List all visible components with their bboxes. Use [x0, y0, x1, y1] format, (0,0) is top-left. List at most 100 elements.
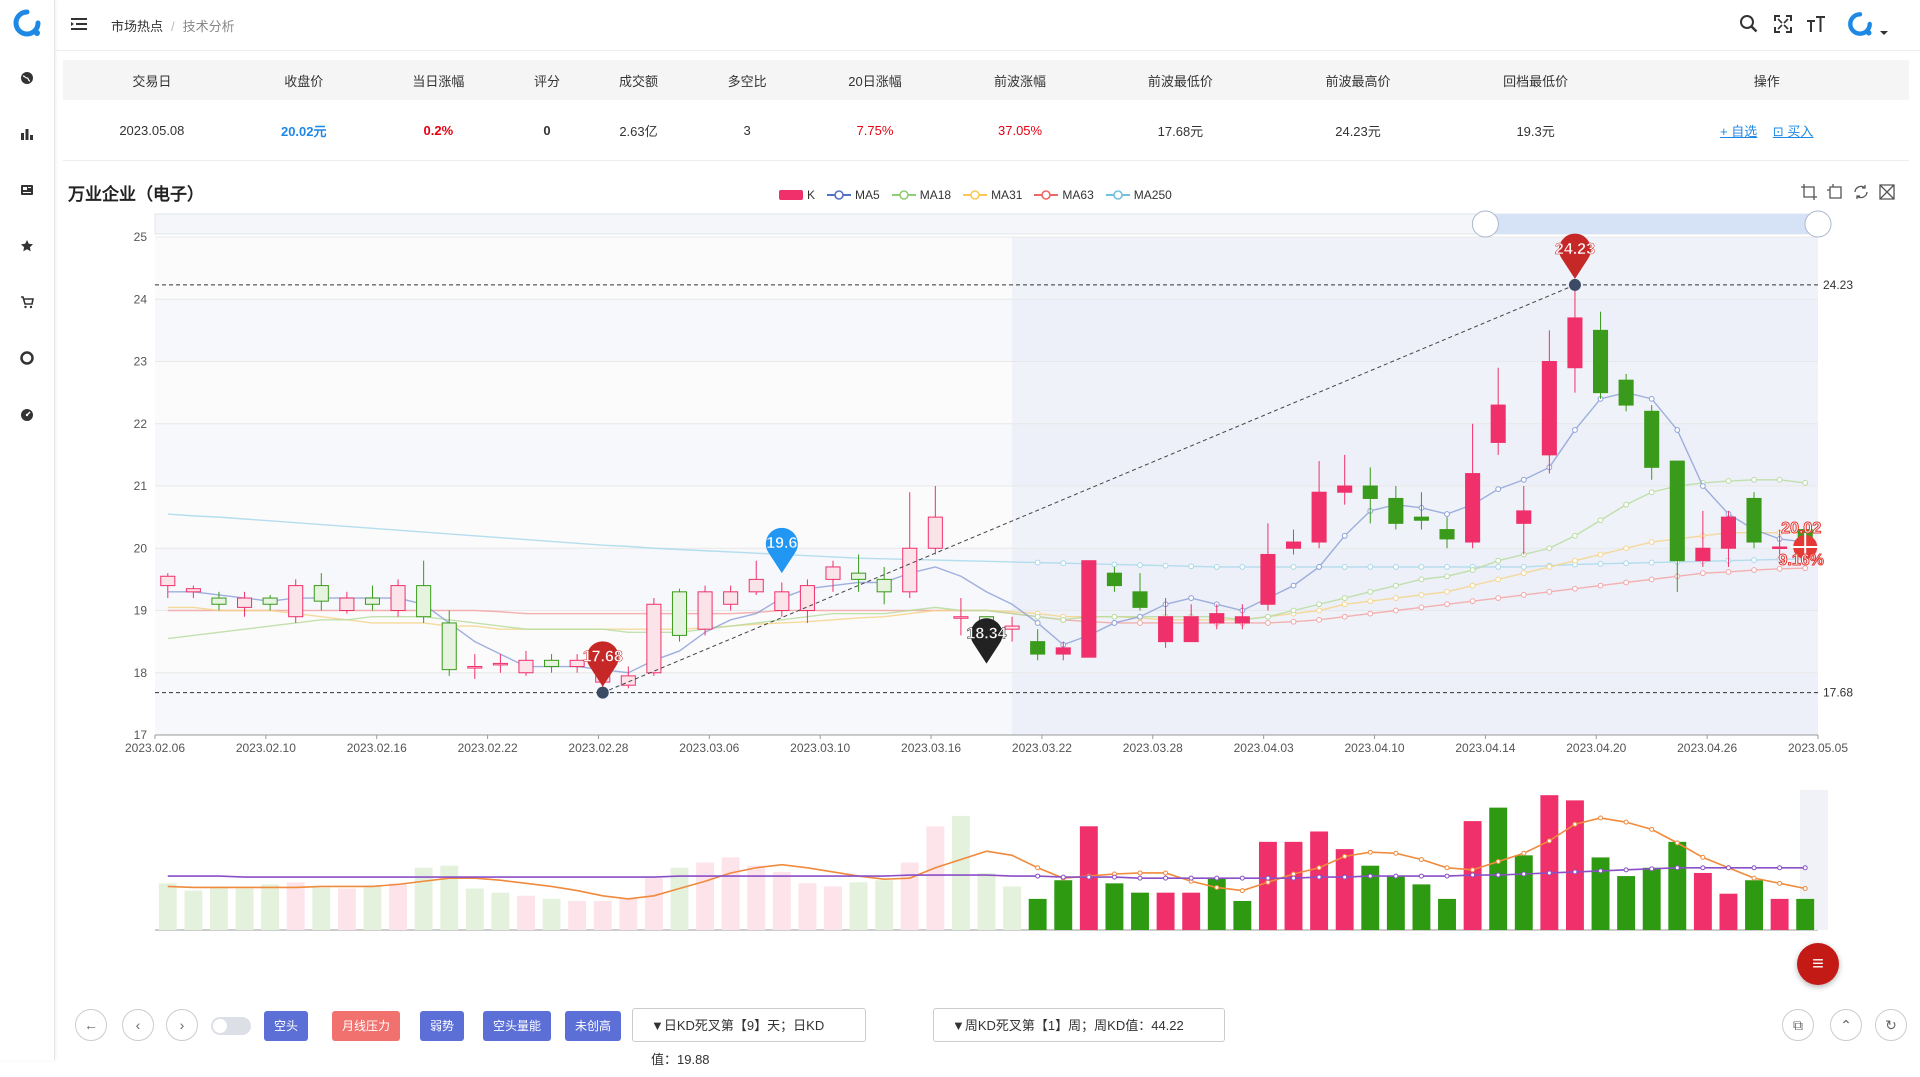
candle-body [364, 597, 381, 605]
next-button[interactable]: › [166, 1009, 198, 1041]
menu-fab-button[interactable]: ≡ [1797, 943, 1839, 985]
candle-body [1183, 616, 1199, 643]
first-page-button[interactable]: ← [75, 1009, 107, 1041]
ma63-line-point [1495, 595, 1502, 601]
scroll-top-icon[interactable]: ⌃ [1830, 1009, 1862, 1041]
ma18-line-point [1316, 601, 1322, 608]
volume-ma-point [1393, 850, 1399, 856]
x-tick-label: 2023.04.20 [1566, 741, 1626, 755]
tag-button[interactable]: 月线压力 [332, 1011, 400, 1041]
ma18-line-point [1495, 557, 1502, 564]
ma5-line-point [1699, 483, 1706, 489]
y-tick-label: 17 [134, 728, 148, 742]
volume-ma2-point [1546, 870, 1552, 876]
ma63-line-point [1597, 582, 1604, 589]
volume-bar [772, 871, 791, 930]
volume-bar [337, 888, 356, 930]
volume-bar [235, 888, 254, 930]
candle-body [697, 591, 713, 630]
x-tick-label: 2023.04.26 [1677, 741, 1737, 755]
ma18-line-point [1802, 479, 1809, 486]
ma31-line-point [1623, 545, 1630, 552]
candle-body [1618, 379, 1634, 406]
bottom-bar: ← ‹ › 空头 月线压力 弱势 空头量能 未创高 ▼日KD死叉第【9】天；日K… [75, 1005, 1907, 1067]
volume-bar [389, 883, 408, 930]
volume-ma-point [1572, 821, 1578, 827]
ma18-line-point [1725, 478, 1732, 484]
volume-bar [517, 895, 535, 930]
candle-body [1465, 473, 1481, 543]
prev-button[interactable]: ‹ [122, 1009, 154, 1041]
tag-button[interactable]: 空头 [264, 1011, 308, 1041]
ma31-line-point [1392, 595, 1399, 601]
volume-bar [1386, 876, 1405, 930]
volume-bar [900, 862, 919, 930]
volume-ma-point [1470, 867, 1476, 873]
ma18-line-point [1034, 613, 1041, 620]
volume-bar [210, 886, 228, 930]
volume-bar [1796, 898, 1815, 930]
volume-ma2-point [1777, 865, 1783, 871]
toggle-switch[interactable] [211, 1017, 251, 1035]
volume-bar [1335, 849, 1354, 930]
volume-bar [1540, 795, 1559, 930]
volume-ma2-point [1367, 873, 1373, 879]
ma250-line-point [1520, 564, 1527, 570]
refresh-icon[interactable]: ↻ [1875, 1009, 1907, 1041]
volume-bar [1284, 841, 1303, 930]
candle-body [1158, 616, 1174, 643]
volume-ma2-point [1137, 875, 1143, 881]
volume-ma-point [1137, 870, 1143, 876]
ma250-line-point [1444, 564, 1450, 570]
candle-body [851, 572, 867, 580]
copy-icon[interactable]: ⧉ [1782, 1009, 1814, 1041]
candle-body [288, 585, 304, 618]
ma5-line-point [1648, 395, 1655, 402]
weekly-kd-box[interactable]: ▼周KD死叉第【1】周；周KD值：44.22 [933, 1008, 1225, 1042]
ma5-line-point [1290, 582, 1297, 589]
volume-bar [721, 857, 740, 930]
volume-ma2-point [1111, 874, 1117, 880]
ma5-line-point [1444, 511, 1450, 517]
ma63-line-point [1367, 610, 1374, 617]
volume-ma-point [1239, 888, 1245, 894]
kline-chart[interactable]: 25 24 23 22 21 20 19 18 172023.02.06 2023.02.10 20… [0, 0, 1920, 1000]
tag-button[interactable]: 空头量能 [483, 1011, 551, 1041]
ma250-line-point [1597, 560, 1604, 567]
volume-bar [1617, 876, 1636, 930]
ma250-line-point [1239, 564, 1246, 570]
ma5-line-point [1188, 595, 1195, 601]
volume-bar [1770, 898, 1789, 930]
volume-bar [1438, 898, 1456, 930]
candle-body [1695, 547, 1711, 562]
ma18-line-point [1341, 595, 1348, 601]
ma250-line-point [1162, 562, 1169, 569]
volume-ma-point [1367, 849, 1373, 855]
volume-bar [951, 815, 970, 930]
volume-ma-point [1777, 880, 1783, 886]
candle-body [1106, 572, 1122, 587]
volume-ma2-point [1649, 866, 1655, 872]
volume-ma-point [1495, 859, 1501, 865]
volume-ma2-point [1316, 874, 1322, 880]
candle-body [339, 597, 355, 611]
candle-body [953, 616, 969, 619]
last-price-label: 20.02 [1781, 520, 1821, 537]
y-tick-label: 24 [134, 292, 148, 306]
candle-body [518, 659, 534, 674]
volume-ma2-point [1060, 874, 1066, 880]
volume-bar [824, 886, 842, 930]
last-change-label: 9.16% [1779, 552, 1824, 569]
candle-body [1285, 541, 1302, 549]
volume-ma-point [1546, 838, 1552, 844]
x-tick-label: 2023.03.16 [901, 741, 961, 755]
volume-bar [798, 883, 817, 930]
candle-body [1337, 485, 1353, 493]
x-tick-label: 2023.02.22 [458, 741, 518, 755]
daily-kd-box[interactable]: ▼日KD死叉第【9】天；日KD值：19.88 [632, 1008, 866, 1067]
ma63-line-point [1290, 618, 1297, 625]
volume-ma-point [1521, 850, 1527, 856]
tag-button[interactable]: 弱势 [420, 1011, 464, 1041]
tag-button[interactable]: 未创高 [565, 1011, 621, 1041]
volume-ma2-point [1418, 873, 1424, 879]
